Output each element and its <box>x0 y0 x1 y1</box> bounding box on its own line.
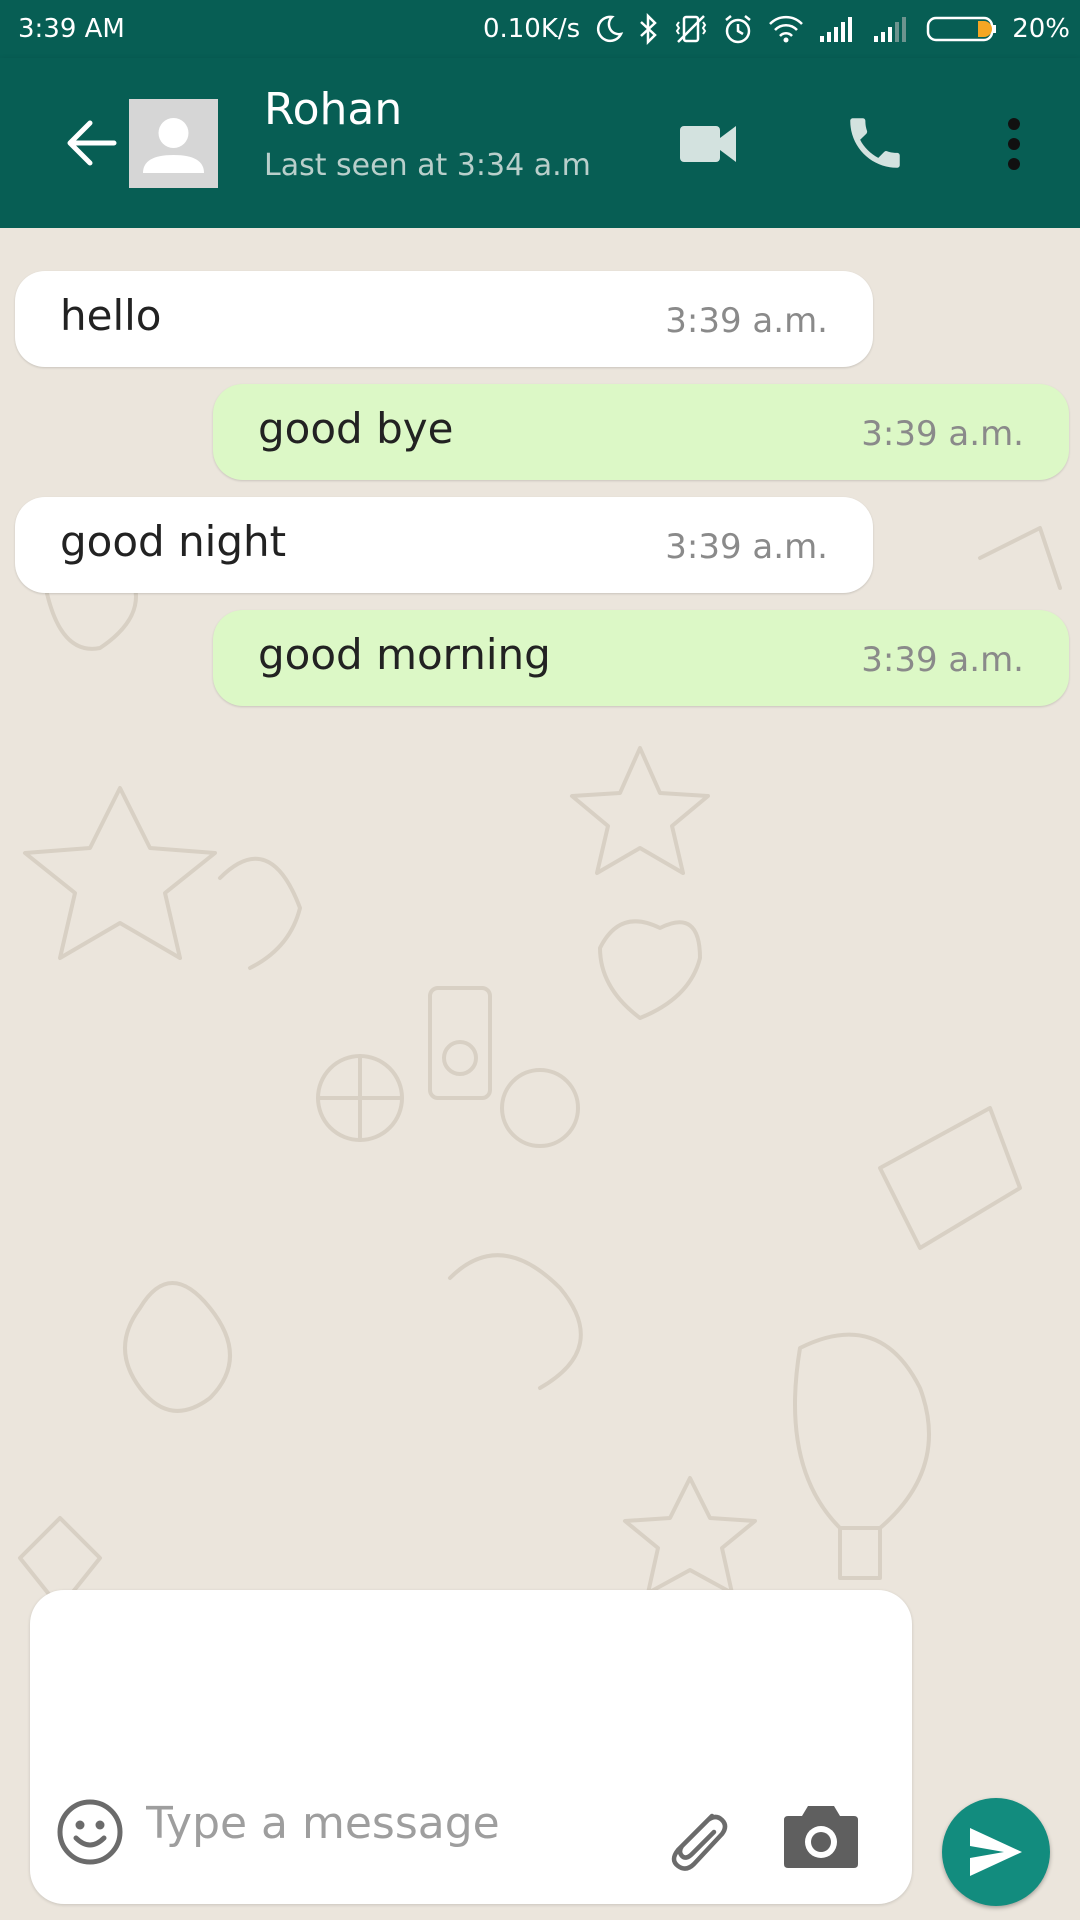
message-time: 3:39 a.m. <box>861 640 1024 680</box>
back-arrow-icon <box>67 120 117 166</box>
video-call-icon <box>680 126 736 162</box>
emoji-button[interactable] <box>56 1798 124 1866</box>
contact-name[interactable]: Rohan <box>264 84 402 135</box>
emoji-icon <box>57 1799 123 1865</box>
camera-icon <box>784 1806 858 1868</box>
vibrate-off-icon <box>676 15 707 43</box>
message-bubble-incoming[interactable]: hello 3:39 a.m. <box>15 271 873 367</box>
paperclip-icon <box>671 1813 728 1871</box>
phone-icon <box>850 118 900 168</box>
network-speed: 0.10K/s <box>482 14 581 44</box>
voice-call-button[interactable] <box>842 110 908 176</box>
chat-header: Rohan Last seen at 3:34 a.m <box>0 58 1080 228</box>
send-button[interactable] <box>942 1798 1050 1906</box>
bluetooth-icon <box>640 13 658 45</box>
chat-screen: 3:39 AM 0.10K/s 20% Rohan Last seen at 3… <box>0 0 1080 1920</box>
camera-button[interactable] <box>782 1800 860 1872</box>
message-bubble-outgoing[interactable]: good morning 3:39 a.m. <box>213 610 1069 706</box>
more-vert-icon <box>1008 118 1020 170</box>
signal-icon <box>874 17 907 42</box>
signal-icon <box>820 17 853 42</box>
avatar-icon <box>143 118 204 173</box>
battery-percent: 20% <box>1012 14 1070 44</box>
back-button[interactable] <box>62 113 122 173</box>
status-bar: 3:39 AM 0.10K/s 20% <box>0 0 1080 58</box>
message-text: good morning <box>258 630 551 679</box>
attach-button[interactable] <box>660 1802 732 1874</box>
battery-icon <box>926 16 997 42</box>
status-time: 3:39 AM <box>18 14 125 44</box>
moon-icon <box>597 15 624 43</box>
message-input[interactable] <box>144 1790 648 1856</box>
avatar[interactable] <box>129 99 218 188</box>
message-bubble-outgoing[interactable]: good bye 3:39 a.m. <box>213 384 1069 480</box>
message-bubble-incoming[interactable]: good night 3:39 a.m. <box>15 497 873 593</box>
send-icon <box>970 1828 1022 1876</box>
message-text: good bye <box>258 404 454 453</box>
more-options-button[interactable] <box>994 114 1034 174</box>
status-icons: 0.10K/s 20% <box>483 10 1070 48</box>
message-text: hello <box>60 291 162 340</box>
alarm-icon <box>725 15 751 44</box>
video-call-button[interactable] <box>676 112 740 176</box>
message-composer <box>30 1590 912 1904</box>
message-text: good night <box>60 517 287 566</box>
message-time: 3:39 a.m. <box>665 527 828 567</box>
message-time: 3:39 a.m. <box>665 301 828 341</box>
wifi-icon <box>769 15 804 43</box>
last-seen-status: Last seen at 3:34 a.m <box>264 148 591 183</box>
message-time: 3:39 a.m. <box>861 414 1024 454</box>
